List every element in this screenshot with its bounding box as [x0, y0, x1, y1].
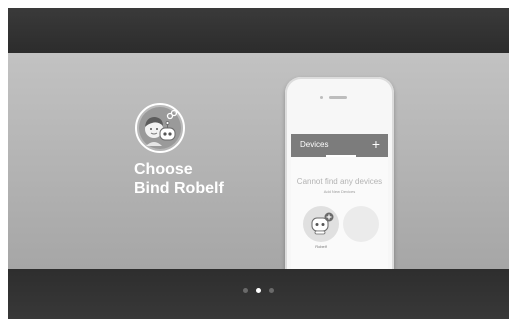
plus-icon[interactable]: + — [372, 136, 380, 152]
page-dot-1[interactable] — [243, 287, 248, 293]
slide-title-line2: Bind Robelf — [134, 180, 224, 197]
page-dot-2[interactable] — [256, 287, 261, 293]
empty-state-title: Cannot find any devices — [296, 177, 383, 186]
device-tile-placeholder — [343, 206, 379, 242]
phone-speaker — [329, 96, 347, 99]
device-tile-robelf[interactable] — [303, 206, 339, 242]
pagination-dots — [243, 287, 274, 293]
tab-indicator — [326, 155, 356, 157]
phone-screen: Devices + Cannot find any devices Add Ne… — [291, 134, 388, 269]
onboarding-frame: Choose Bind Robelf Devices + Cannot find … — [8, 8, 509, 319]
bottom-band — [8, 269, 509, 319]
onboarding-slide[interactable]: Choose Bind Robelf Devices + Cannot find … — [8, 53, 509, 269]
app-header: Devices + — [291, 134, 388, 157]
robot-add-icon — [311, 212, 334, 235]
empty-state-subtitle: Add New Devices — [323, 189, 356, 194]
slide-title-line1: Choose — [134, 161, 193, 178]
device-label-robelf: Robelf — [315, 244, 327, 249]
phone-mockup: Devices + Cannot find any devices Add Ne… — [285, 77, 394, 269]
slide-title: Choose Bind Robelf — [134, 160, 224, 198]
app-header-title: Devices — [300, 140, 329, 149]
top-band — [8, 8, 509, 53]
page-dot-3[interactable] — [269, 287, 274, 293]
robelf-mascot-icon — [135, 103, 185, 153]
phone-camera — [320, 96, 323, 99]
